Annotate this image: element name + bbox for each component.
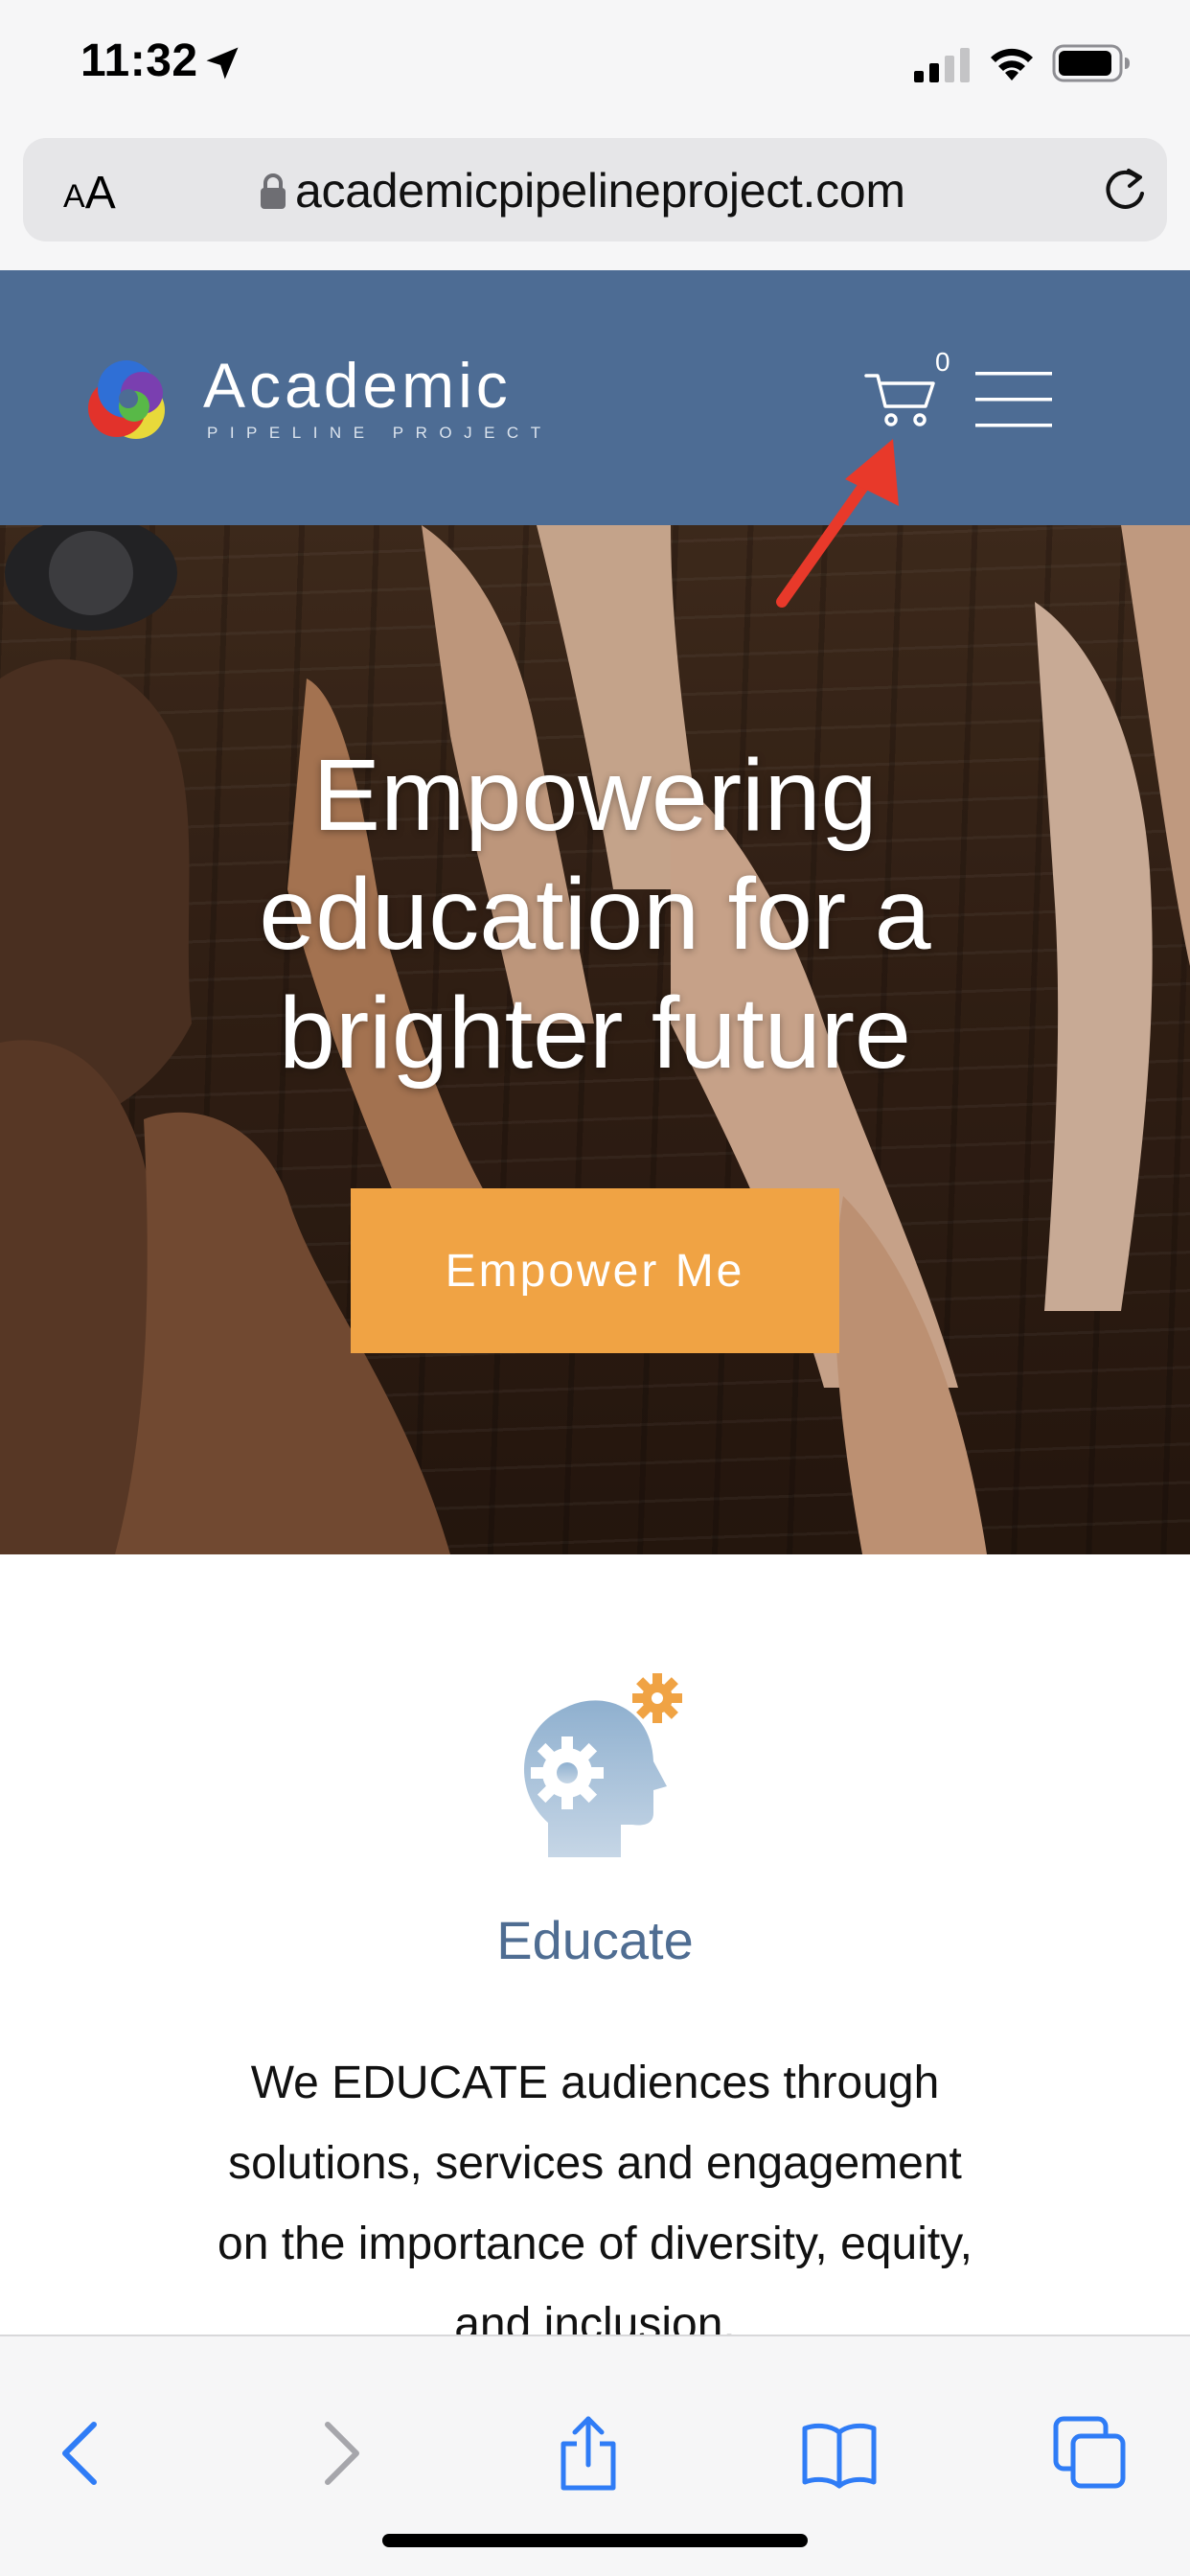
- hero-title: Empowering education for a brighter futu…: [259, 739, 931, 1090]
- educate-section: Educate We EDUCATE audiences through sol…: [0, 1554, 1190, 2334]
- home-indicator[interactable]: [382, 2534, 808, 2547]
- tabs-icon[interactable]: [1052, 2415, 1129, 2492]
- site-header: Academic PIPELINE PROJECT 0: [0, 270, 1190, 525]
- lock-icon: [261, 173, 286, 209]
- section-body: We EDUCATE audiences through solutions, …: [217, 2058, 973, 2334]
- reload-icon[interactable]: [1100, 165, 1150, 215]
- cart-count-badge: 0: [935, 347, 950, 377]
- forward-icon[interactable]: [301, 2415, 378, 2492]
- cart-icon[interactable]: [862, 368, 939, 429]
- status-time: 11:32: [80, 35, 198, 86]
- back-icon[interactable]: [44, 2415, 121, 2492]
- logo-wordmark[interactable]: Academic: [203, 349, 512, 422]
- location-arrow-icon: [206, 47, 239, 80]
- battery-icon: [1052, 44, 1130, 82]
- text-size-button[interactable]: A A: [63, 163, 116, 217]
- wifi-icon: [991, 48, 1033, 80]
- share-icon[interactable]: [550, 2415, 627, 2492]
- bookmarks-icon[interactable]: [801, 2415, 878, 2492]
- head-gears-icon: [523, 1673, 682, 1857]
- status-bar: 11:32: [0, 0, 1190, 130]
- hero-section: Empowering education for a brighter futu…: [0, 525, 1190, 1554]
- hamburger-menu-icon[interactable]: [973, 370, 1054, 429]
- empower-me-button[interactable]: Empower Me: [351, 1188, 839, 1353]
- section-title: Educate: [496, 1910, 694, 1970]
- logo-tagline: PIPELINE PROJECT: [207, 424, 553, 442]
- text-size-small-glyph: A: [63, 178, 85, 215]
- text-size-large-glyph: A: [84, 168, 116, 218]
- url-text[interactable]: academicpipelineproject.com: [295, 163, 905, 218]
- signal-icon: [914, 48, 970, 82]
- address-bar[interactable]: A A academicpipelineproject.com: [23, 138, 1167, 242]
- annotation-arrow-icon: [776, 439, 899, 608]
- logo-mark-icon[interactable]: [75, 343, 182, 450]
